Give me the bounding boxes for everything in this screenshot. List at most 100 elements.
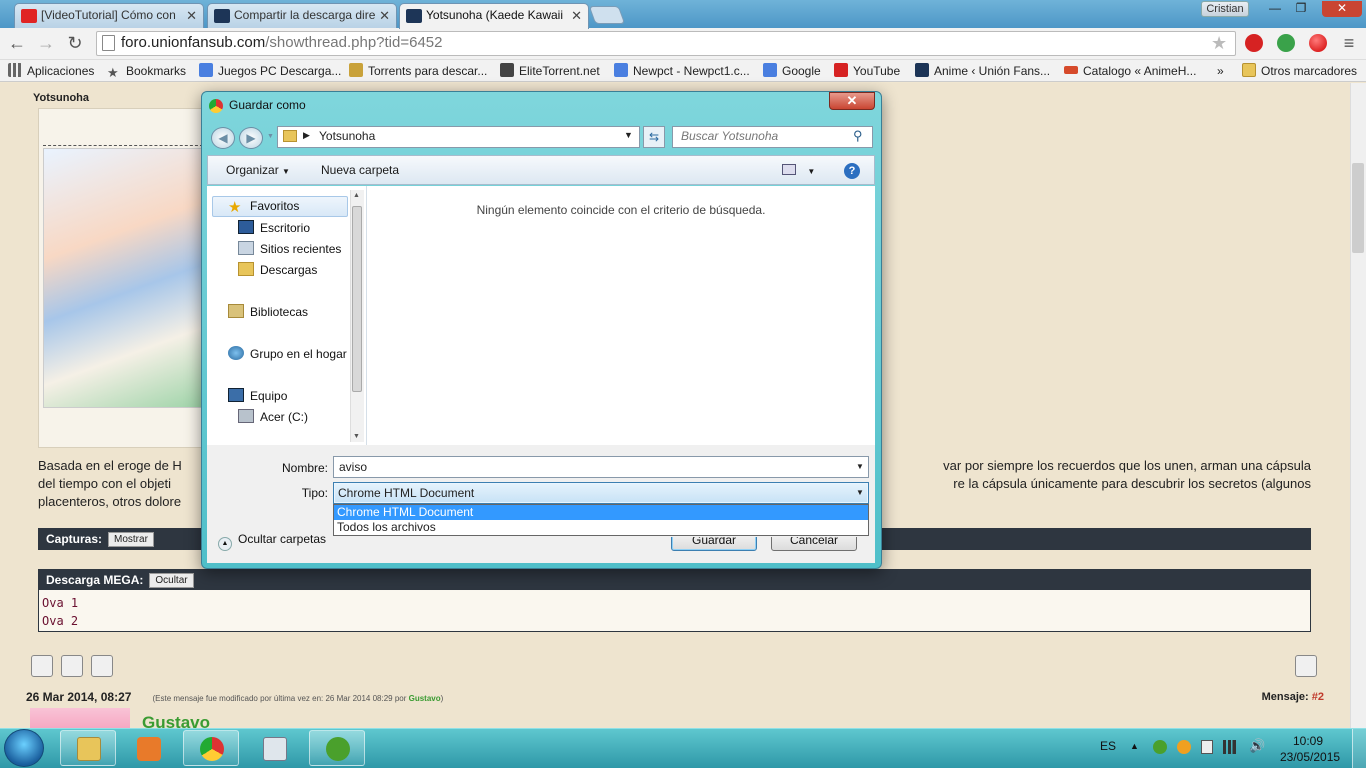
refresh-icon[interactable]: ⇆: [643, 126, 665, 148]
search-post-icon[interactable]: [61, 655, 83, 677]
show-desktop-button[interactable]: [1352, 729, 1366, 768]
extension-green-icon[interactable]: [1277, 34, 1295, 52]
other-bookmarks[interactable]: Otros marcadores: [1242, 62, 1357, 80]
address-text[interactable]: foro.unionfansub.com/showthread.php?tid=…: [121, 33, 443, 53]
nav-item-drive-c[interactable]: Acer (C:): [238, 409, 308, 424]
dialog-close-button[interactable]: ✕: [829, 92, 875, 110]
forward-icon[interactable]: ▶: [239, 127, 263, 149]
close-tab-icon[interactable]: ✕: [571, 4, 582, 27]
bookmark-google[interactable]: Google: [763, 62, 821, 80]
page-scrollbar-thumb[interactable]: [1352, 163, 1364, 253]
close-tab-icon[interactable]: ✕: [186, 4, 197, 27]
taskbar-utorrent[interactable]: [309, 730, 365, 766]
search-icon[interactable]: ⚲: [853, 128, 863, 144]
show-captures-button[interactable]: Mostrar: [108, 532, 154, 547]
window-close-button[interactable]: ✕: [1322, 1, 1362, 17]
network-icon[interactable]: [1223, 740, 1239, 754]
adblock-icon[interactable]: [1245, 34, 1263, 52]
nav-item-libraries[interactable]: Bibliotecas: [228, 304, 308, 319]
chevron-down-icon[interactable]: ▼: [624, 130, 633, 140]
nav-item-desktop[interactable]: Escritorio: [238, 220, 310, 235]
bookmark-youtube[interactable]: YouTube: [834, 62, 900, 80]
bookmark-torrents[interactable]: Torrents para descar...: [349, 62, 487, 80]
scroll-up-icon[interactable]: ▲: [353, 192, 360, 199]
taskbar-chrome[interactable]: [183, 730, 239, 766]
minimize-button[interactable]: —: [1262, 1, 1288, 17]
chevron-right-icon[interactable]: ▶: [303, 130, 310, 141]
new-folder-button[interactable]: Nueva carpeta: [321, 163, 399, 177]
hide-folders-toggle[interactable]: ▲ Ocultar carpetas: [218, 532, 326, 551]
device-icon[interactable]: [1201, 740, 1213, 754]
elite-icon: [500, 63, 514, 77]
bookmark-bookmarks[interactable]: ★ Bookmarks: [107, 62, 186, 80]
post-number-link[interactable]: #2: [1312, 691, 1324, 703]
filename-input[interactable]: aviso: [333, 456, 869, 478]
bookmark-elitetorrent[interactable]: EliteTorrent.net: [500, 62, 600, 80]
search-placeholder: Buscar Yotsunoha: [681, 129, 779, 143]
forward-button[interactable]: →: [35, 32, 57, 54]
back-icon[interactable]: ◀: [211, 127, 235, 149]
close-tab-icon[interactable]: ✕: [379, 4, 390, 27]
chevron-down-icon[interactable]: ▼: [856, 488, 864, 497]
file-type-option[interactable]: Chrome HTML Document: [334, 505, 868, 520]
start-button[interactable]: [4, 729, 44, 767]
reply-icon[interactable]: [31, 655, 53, 677]
tab-videotutorial[interactable]: [VideoTutorial] Cómo con ✕: [14, 3, 204, 28]
bookmark-label: Otros marcadores: [1261, 64, 1358, 78]
chevron-down-icon[interactable]: ▼: [856, 462, 864, 471]
menu-icon[interactable]: ≡: [1338, 32, 1360, 54]
bookmark-newpct[interactable]: Newpct - Newpct1.c...: [614, 62, 750, 80]
download-link[interactable]: Ova 2: [42, 612, 1307, 630]
file-type-select[interactable]: Chrome HTML Document: [333, 482, 869, 504]
nav-label: Equipo: [250, 389, 288, 403]
view-options-icon[interactable]: ▼: [782, 163, 815, 177]
file-type-option[interactable]: Todos los archivos: [334, 520, 868, 535]
hide-mega-button[interactable]: Ocultar: [149, 573, 194, 588]
bookmark-catalogo[interactable]: Catalogo « AnimeH...: [1064, 62, 1196, 80]
edit-note-author[interactable]: Gustavo: [409, 694, 441, 703]
back-button[interactable]: ←: [6, 32, 28, 54]
extension-red-icon[interactable]: [1309, 34, 1327, 52]
nav-item-computer[interactable]: Equipo: [228, 388, 287, 403]
post-author[interactable]: Yotsunoha: [33, 92, 89, 104]
taskbar-calculator[interactable]: [246, 730, 302, 766]
organize-menu[interactable]: Organizar ▼: [226, 163, 290, 177]
scroll-down-icon[interactable]: ▼: [353, 433, 360, 440]
history-dropdown-icon[interactable]: ▼: [267, 133, 274, 140]
uf-icon: [915, 63, 929, 77]
breadcrumb-item[interactable]: Yotsunoha: [319, 129, 375, 143]
nav-item-downloads[interactable]: Descargas: [238, 262, 317, 277]
bookmark-apps[interactable]: Aplicaciones: [8, 62, 94, 80]
avatar[interactable]: [30, 708, 130, 730]
add-icon[interactable]: [91, 655, 113, 677]
bookmark-anime-uf[interactable]: Anime ‹ Unión Fans...: [915, 62, 1050, 80]
new-tab-button[interactable]: [588, 6, 626, 24]
user-badge[interactable]: Cristian: [1201, 1, 1249, 17]
bookmark-label: Anime ‹ Unión Fans...: [934, 64, 1051, 78]
nav-item-recent[interactable]: Sitios recientes: [238, 241, 341, 256]
utorrent-tray-icon[interactable]: [1153, 740, 1167, 754]
clock[interactable]: 10:09 23/05/2015: [1280, 733, 1340, 765]
volume-icon[interactable]: 🔊: [1249, 738, 1265, 754]
cover-image[interactable]: [43, 148, 203, 408]
maximize-button[interactable]: ❐: [1288, 1, 1314, 17]
taskbar-explorer[interactable]: [60, 730, 116, 766]
nav-item-homegroup[interactable]: Grupo en el hogar: [228, 346, 347, 361]
bookmark-juegos[interactable]: Juegos PC Descarga...: [199, 62, 341, 80]
tray-app-icon[interactable]: [1177, 740, 1191, 754]
taskbar-media-player[interactable]: [120, 730, 176, 766]
tab-title: [VideoTutorial] Cómo con: [41, 8, 176, 22]
language-indicator[interactable]: ES: [1100, 739, 1116, 753]
tab-compartir[interactable]: Compartir la descarga dire ✕: [207, 3, 397, 28]
bookmark-star-icon[interactable]: ★: [1211, 33, 1227, 54]
tray-expand-icon[interactable]: ▲: [1130, 741, 1139, 751]
tab-yotsunoha[interactable]: Yotsunoha (Kaede Kawaii ✕: [399, 3, 589, 29]
help-icon[interactable]: ?: [844, 163, 860, 179]
nav-scrollbar-thumb[interactable]: [352, 206, 362, 392]
file-list[interactable]: [367, 186, 875, 445]
download-link[interactable]: Ova 1: [42, 594, 1307, 612]
reload-button[interactable]: ↻: [64, 32, 86, 54]
bookmarks-overflow[interactable]: »: [1217, 62, 1224, 80]
nav-item-favorites[interactable]: ★ Favoritos: [228, 199, 299, 215]
report-icon[interactable]: [1295, 655, 1317, 677]
